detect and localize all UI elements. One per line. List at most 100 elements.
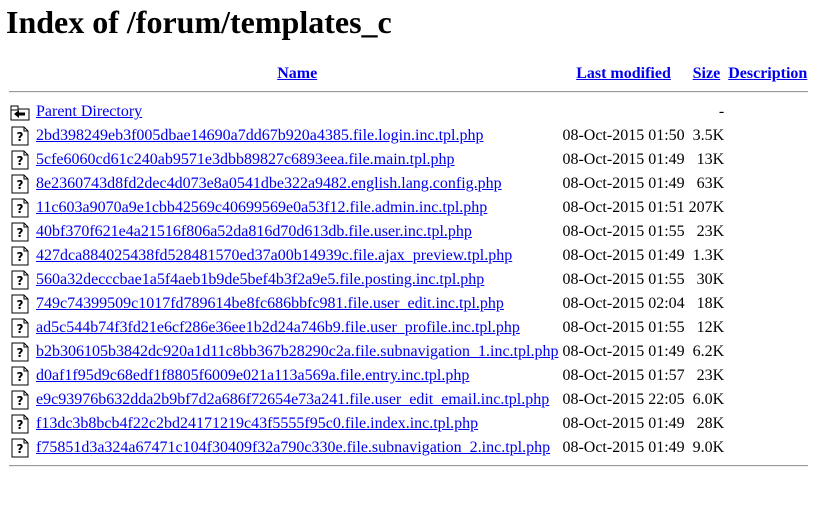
file-size: 3.5K (692, 127, 725, 144)
svg-text:?: ? (17, 346, 24, 360)
file-modified: 08-Oct-2015 02:04 (562, 295, 685, 312)
back-arrow-icon (10, 102, 30, 122)
svg-text:?: ? (17, 250, 24, 264)
file-link[interactable]: 560a32decccbae1a5f4aeb1b9de5bef4b3f2a9e5… (36, 271, 484, 288)
unknown-file-icon: ? (10, 198, 30, 218)
file-modified: 08-Oct-2015 01:49 (562, 439, 685, 456)
svg-text:?: ? (17, 130, 24, 144)
unknown-file-icon: ? (10, 174, 30, 194)
file-description (727, 173, 808, 195)
file-link[interactable]: 5cfe6060cd61c240ab9571e3dbb89827c6893eea… (36, 151, 455, 168)
file-description (727, 341, 808, 363)
file-link[interactable]: e9c93976b632dda2b9bf7d2a686f72654e73a241… (36, 391, 549, 408)
file-modified: 08-Oct-2015 01:49 (562, 175, 685, 192)
file-link[interactable]: f75851d3a324a67471c104f30409f32a790c330e… (36, 439, 550, 456)
file-row: ? 749c74399509c1017fd789614be8fc686bbfc98… (9, 293, 808, 315)
file-modified: 08-Oct-2015 01:55 (562, 271, 685, 288)
icon-column-header (9, 63, 33, 85)
file-link[interactable]: f13dc3b8bcb4f22c2bd24171219c43f5555f95c0… (36, 415, 478, 432)
file-row: ? e9c93976b632dda2b9bf7d2a686f72654e73a24… (9, 389, 808, 411)
page-title: Index of /forum/templates_c (6, 4, 392, 40)
file-row: ? 11c603a9070a9e1cbb42569c40699569e0a53f1… (9, 197, 808, 219)
file-link[interactable]: 427dca884025438fd528481570ed37a00b14939c… (36, 247, 512, 264)
file-description (727, 365, 808, 387)
sort-by-modified-link[interactable]: Last modified (576, 65, 671, 82)
unknown-file-icon: ? (10, 438, 30, 458)
file-link[interactable]: ad5c544b74f3fd21e6cf286e36ee1b2d24a746b9… (36, 319, 520, 336)
unknown-file-icon: ? (10, 150, 30, 170)
file-link[interactable]: 2bd398249eb3f005dbae14690a7dd67b920a4385… (36, 127, 483, 144)
file-row: ? 40bf370f621e4a21516f806a52da816d70d613d… (9, 221, 808, 243)
file-size: 30K (696, 271, 725, 288)
file-link[interactable]: 8e2360743d8fd2dec4d073e8a0541dbe322a9482… (36, 175, 502, 192)
file-row: ? 427dca884025438fd528481570ed37a00b14939… (9, 245, 808, 267)
svg-text:?: ? (17, 298, 24, 312)
file-description (727, 269, 808, 291)
header-divider (9, 91, 809, 93)
svg-text:?: ? (17, 322, 24, 336)
unknown-file-icon: ? (10, 342, 30, 362)
file-modified: 08-Oct-2015 01:51 (562, 199, 685, 216)
file-description (727, 413, 808, 435)
file-size: 207K (688, 199, 725, 216)
svg-text:?: ? (17, 178, 24, 192)
unknown-file-icon: ? (10, 366, 30, 386)
unknown-file-icon: ? (10, 126, 30, 146)
file-size: 6.0K (692, 391, 725, 408)
file-size: 23K (696, 367, 725, 384)
unknown-file-icon: ? (10, 414, 30, 434)
file-modified: 08-Oct-2015 01:49 (562, 343, 685, 360)
unknown-file-icon: ? (10, 318, 30, 338)
parent-modified (561, 101, 685, 123)
file-modified: 08-Oct-2015 01:49 (562, 415, 685, 432)
file-size: 23K (696, 223, 725, 240)
file-modified: 08-Oct-2015 01:55 (562, 319, 685, 336)
file-row: ? 560a32decccbae1a5f4aeb1b9de5bef4b3f2a9e… (9, 269, 808, 291)
file-row: ? 8e2360743d8fd2dec4d073e8a0541dbe322a948… (9, 173, 808, 195)
unknown-file-icon: ? (10, 390, 30, 410)
unknown-file-icon: ? (10, 222, 30, 242)
directory-listing-page: Index of /forum/templates_c Name Last mo… (0, 0, 826, 475)
svg-text:?: ? (17, 418, 24, 432)
file-modified: 08-Oct-2015 01:49 (562, 247, 685, 264)
file-description (727, 125, 808, 147)
file-size: 9.0K (692, 439, 725, 456)
file-modified: 08-Oct-2015 01:49 (562, 151, 685, 168)
file-link[interactable]: 749c74399509c1017fd789614be8fc686bbfc981… (36, 295, 504, 312)
file-size: 6.2K (692, 343, 725, 360)
sort-by-description-link[interactable]: Description (728, 65, 807, 82)
unknown-file-icon: ? (10, 246, 30, 266)
file-description (727, 293, 808, 315)
svg-text:?: ? (17, 394, 24, 408)
file-row: ? ad5c544b74f3fd21e6cf286e36ee1b2d24a746b… (9, 317, 808, 339)
file-link[interactable]: 11c603a9070a9e1cbb42569c40699569e0a53f12… (36, 199, 487, 216)
file-table: Name Last modified Size Description Pare… (7, 61, 810, 475)
file-description (727, 245, 808, 267)
sort-by-size-link[interactable]: Size (693, 65, 721, 82)
unknown-file-icon: ? (10, 270, 30, 290)
file-row: ? b2b306105b3842dc920a1d11c8bb367b28290c2… (9, 341, 808, 363)
sort-by-name-link[interactable]: Name (277, 65, 317, 82)
header-row: Name Last modified Size Description (9, 63, 808, 85)
footer-separator-row (9, 461, 809, 473)
file-modified: 08-Oct-2015 01:50 (562, 127, 685, 144)
file-link[interactable]: d0af1f95d9c68edf1f8805f6009e021a113a569a… (36, 367, 469, 384)
file-size: 12K (696, 319, 725, 336)
name-column-header: Name (35, 63, 559, 85)
unknown-file-icon: ? (10, 294, 30, 314)
file-description (727, 197, 808, 219)
file-size: 18K (696, 295, 725, 312)
file-link[interactable]: 40bf370f621e4a21516f806a52da816d70d613db… (36, 223, 472, 240)
parent-description (727, 101, 808, 123)
file-description (727, 317, 808, 339)
svg-text:?: ? (17, 202, 24, 216)
svg-text:?: ? (17, 442, 24, 456)
file-size: 1.3K (692, 247, 725, 264)
svg-text:?: ? (17, 154, 24, 168)
parent-directory-link[interactable]: Parent Directory (36, 103, 142, 120)
file-description (727, 437, 808, 459)
file-link[interactable]: b2b306105b3842dc920a1d11c8bb367b28290c2a… (36, 343, 558, 360)
file-modified: 08-Oct-2015 01:57 (562, 367, 685, 384)
size-column-header: Size (688, 63, 726, 85)
file-row: ? f13dc3b8bcb4f22c2bd24171219c43f5555f95c… (9, 413, 808, 435)
